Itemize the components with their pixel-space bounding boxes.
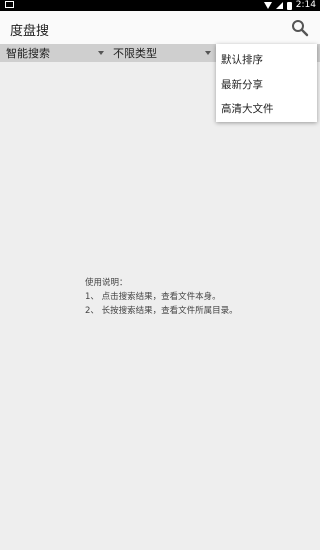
instructions-line: 1、 点击搜索结果，查看文件本身。 [85,292,221,302]
file-type-dropdown[interactable]: 不限类型 [113,44,213,62]
usage-instructions: 使用说明： 1、 点击搜索结果，查看文件本身。 2、 长按搜索结果，查看文件所属… [85,276,238,318]
status-icons: 2:14 [263,0,316,11]
wifi-icon [263,2,272,9]
menu-item-hd-large-file[interactable]: 高清大文件 [221,101,274,116]
signal-icon [275,2,283,9]
notification-icon [5,1,14,8]
instructions-heading: 使用说明： [85,278,128,288]
instructions-line: 2、 长按搜索结果，查看文件所属目录。 [85,306,238,316]
dropdown-caret-icon [98,51,104,55]
clock: 2:14 [295,0,316,10]
app-bar: 度盘搜 [0,11,320,44]
dropdown-caret-icon [205,51,211,55]
menu-item-default-sort[interactable]: 默认排序 [221,52,263,67]
search-icon[interactable] [291,19,309,37]
status-bar: 2:14 [0,0,320,11]
search-mode-dropdown[interactable]: 智能搜索 [6,44,106,62]
battery-icon [286,1,292,10]
app-title: 度盘搜 [10,24,50,39]
menu-item-latest-share[interactable]: 最新分享 [221,77,263,92]
file-type-label: 不限类型 [113,47,157,60]
search-mode-label: 智能搜索 [6,47,50,60]
sort-menu: 默认排序 最新分享 高清大文件 [216,44,317,122]
